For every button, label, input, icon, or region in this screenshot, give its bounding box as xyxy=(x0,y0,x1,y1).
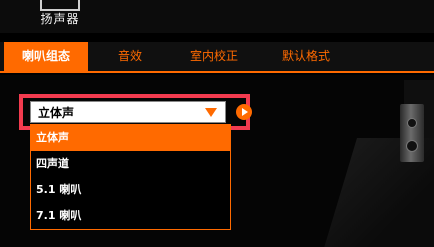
option-stereo[interactable]: 立体声 xyxy=(31,125,230,151)
speaker-config-dropdown: 立体声 四声道 5.1 喇叭 7.1 喇叭 xyxy=(30,124,231,230)
tab-sound-effects[interactable]: 音效 xyxy=(102,42,158,71)
tweeter-graphic xyxy=(407,118,417,128)
option-7-1-speaker[interactable]: 7.1 喇叭 xyxy=(31,203,230,229)
tab-bar: 喇叭组态 音效 室内校正 默认格式 xyxy=(0,42,434,73)
tab-speaker-config[interactable]: 喇叭组态 xyxy=(4,42,88,71)
option-quadraphonic[interactable]: 四声道 xyxy=(31,151,230,177)
speaker-tower-icon xyxy=(400,104,424,162)
tab-room-correction[interactable]: 室内校正 xyxy=(174,42,254,71)
device-bar: 扬声器 xyxy=(0,0,434,33)
play-test-button[interactable] xyxy=(236,104,252,120)
tab-default-format[interactable]: 默认格式 xyxy=(266,42,346,71)
woofer-graphic xyxy=(406,140,418,152)
device-label: 扬声器 xyxy=(40,12,80,26)
option-5-1-speaker[interactable]: 5.1 喇叭 xyxy=(31,177,230,203)
